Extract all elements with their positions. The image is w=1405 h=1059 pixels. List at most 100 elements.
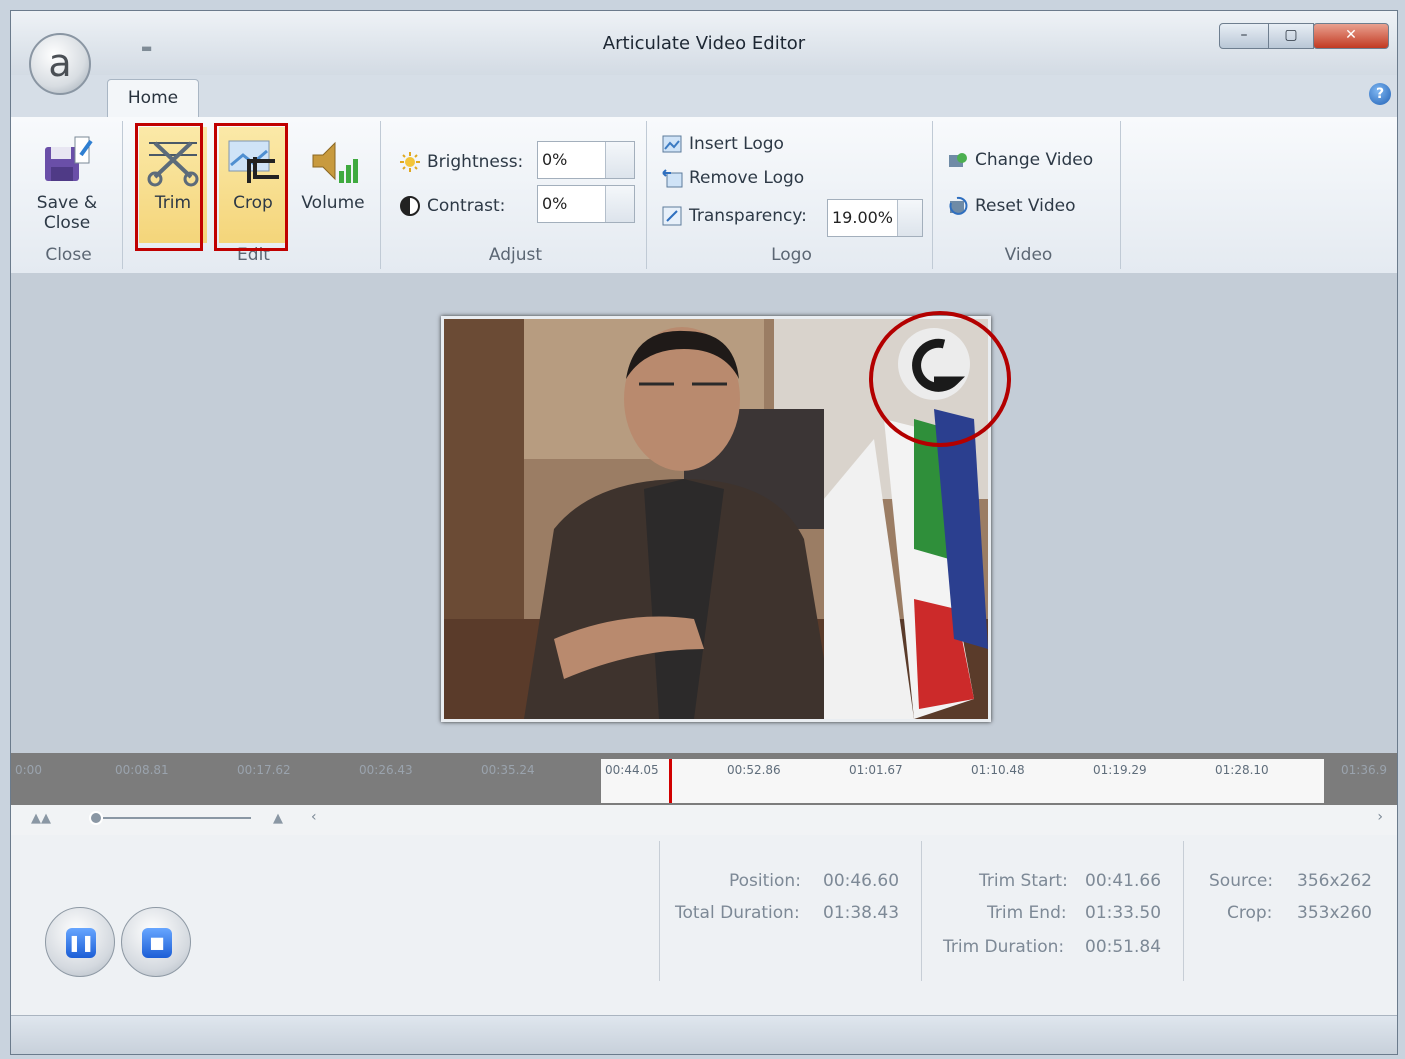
reset-video-button[interactable]: Reset Video — [947, 195, 1076, 217]
timeline-tick: 00:17.62 — [237, 763, 291, 777]
timeline-tick: 0:00 — [15, 763, 42, 777]
timeline-ruler[interactable]: 0:00 00:08.81 00:17.62 00:26.43 00:35.24… — [11, 753, 1397, 805]
contrast-input[interactable]: 0% — [537, 185, 635, 223]
remove-logo-button[interactable]: Remove Logo — [661, 167, 804, 189]
app-menu-button[interactable]: a — [29, 33, 91, 95]
volume-label: Volume — [301, 193, 365, 213]
trim-start-value: 00:41.66 — [1085, 871, 1162, 891]
timeline-tick: 01:36.9 — [1341, 763, 1388, 777]
timeline-tick: 00:44.05 — [605, 763, 659, 777]
group-adjust: Brightness: 0% Contrast: 0% Adjust — [385, 121, 647, 269]
maximize-button[interactable]: ▢ — [1268, 23, 1314, 49]
app-window: ▬ Articulate Video Editor – ▢ ✕ a Home ? — [10, 10, 1398, 1055]
trim-highlight-box — [135, 123, 203, 251]
save-close-label-2: Close — [43, 213, 91, 233]
panel-divider — [921, 841, 922, 981]
transparency-value: 19.00% — [832, 208, 894, 227]
crop-size-label: Crop: — [1227, 903, 1273, 923]
insert-logo-icon — [661, 133, 683, 155]
trim-duration-label: Trim Duration: — [943, 937, 1065, 957]
transparency-input[interactable]: 19.00% — [827, 199, 923, 237]
zoom-in-icon[interactable]: ▲ — [273, 811, 283, 826]
contrast-icon — [399, 195, 421, 217]
ribbon: Save & Close Close Trim Crop Volume Edit… — [11, 117, 1397, 274]
transparency-label: Transparency: — [689, 206, 807, 226]
title-bar: ▬ Articulate Video Editor – ▢ ✕ — [11, 11, 1397, 75]
zoom-out-icon[interactable]: ▲▲ — [31, 811, 51, 826]
status-bar — [11, 1015, 1397, 1054]
sun-icon — [399, 151, 421, 173]
close-window-button[interactable]: ✕ — [1313, 23, 1389, 49]
reset-video-label: Reset Video — [975, 196, 1076, 216]
timeline-tick: 00:26.43 — [359, 763, 413, 777]
help-icon[interactable]: ? — [1369, 83, 1391, 105]
zoom-slider-track[interactable] — [103, 817, 251, 819]
remove-logo-icon — [661, 167, 683, 189]
contrast-row: Contrast: — [399, 195, 505, 217]
app-logo-letter: a — [48, 41, 72, 85]
timeline-tick: 00:35.24 — [481, 763, 535, 777]
ribbon-tab-row: Home ? — [11, 75, 1397, 117]
scroll-right-icon[interactable]: › — [1377, 809, 1383, 825]
timeline-playhead[interactable] — [669, 759, 672, 803]
tab-home[interactable]: Home — [107, 79, 199, 117]
trim-end-value: 01:33.50 — [1085, 903, 1162, 923]
group-label-video: Video — [1004, 245, 1053, 265]
save-icon — [39, 133, 95, 189]
reset-video-icon — [947, 195, 969, 217]
trim-start-label: Trim Start: — [979, 871, 1068, 891]
group-label-logo: Logo — [771, 245, 812, 265]
minimize-button[interactable]: – — [1219, 23, 1269, 49]
stop-button[interactable]: ■ — [121, 907, 191, 977]
brightness-value: 0% — [542, 150, 568, 169]
speaker-icon — [305, 133, 361, 189]
insert-logo-button[interactable]: Insert Logo — [661, 133, 784, 155]
timeline-tick: 01:10.48 — [971, 763, 1025, 777]
save-close-label-1: Save & — [36, 193, 98, 213]
change-video-icon — [947, 149, 969, 171]
timeline-tick: 00:52.86 — [727, 763, 781, 777]
brightness-row: Brightness: — [399, 151, 523, 173]
remove-logo-label: Remove Logo — [689, 168, 805, 188]
zoom-row: ▲▲ ▲ ‹ › — [11, 805, 1397, 836]
pause-button[interactable]: ❚❚ — [45, 907, 115, 977]
transparency-spinner[interactable] — [897, 200, 922, 236]
stop-icon: ■ — [142, 928, 172, 958]
total-duration-value: 01:38.43 — [823, 903, 900, 923]
zoom-slider-thumb[interactable] — [89, 811, 103, 825]
timeline-tick: 01:19.29 — [1093, 763, 1147, 777]
source-value: 356x262 — [1297, 871, 1372, 891]
pause-icon: ❚❚ — [66, 928, 96, 958]
panel-divider — [659, 841, 660, 981]
scroll-left-icon[interactable]: ‹ — [311, 809, 317, 825]
group-label-adjust: Adjust — [488, 245, 543, 265]
trim-duration-value: 00:51.84 — [1085, 937, 1162, 957]
window-title: Articulate Video Editor — [602, 33, 806, 54]
brightness-spinner[interactable] — [605, 142, 634, 178]
contrast-spinner[interactable] — [605, 186, 634, 222]
group-video: Change Video Reset Video Video — [937, 121, 1121, 269]
transparency-icon — [661, 205, 683, 227]
group-logo: Insert Logo Remove Logo Transparency: 19… — [651, 121, 933, 269]
timeline-tick: 00:08.81 — [115, 763, 169, 777]
position-label: Position: — [729, 871, 801, 891]
transparency-row: Transparency: — [661, 205, 807, 227]
trim-end-label: Trim End: — [987, 903, 1067, 923]
insert-logo-label: Insert Logo — [689, 134, 784, 154]
crop-size-value: 353x260 — [1297, 903, 1372, 923]
volume-button[interactable]: Volume — [299, 127, 367, 243]
total-duration-label: Total Duration: — [675, 903, 800, 923]
preview-stage — [11, 273, 1397, 753]
panel-divider — [1183, 841, 1184, 981]
brightness-input[interactable]: 0% — [537, 141, 635, 179]
brightness-label: Brightness: — [427, 152, 524, 172]
logo-highlight-circle — [869, 311, 1011, 447]
change-video-button[interactable]: Change Video — [947, 149, 1093, 171]
save-close-button[interactable]: Save & Close — [33, 127, 101, 243]
crop-highlight-box — [214, 123, 288, 251]
group-close: Save & Close Close — [15, 121, 123, 269]
contrast-value: 0% — [542, 194, 568, 213]
timeline-tick: 01:01.67 — [849, 763, 903, 777]
change-video-label: Change Video — [975, 150, 1094, 170]
group-label-close: Close — [45, 245, 92, 265]
